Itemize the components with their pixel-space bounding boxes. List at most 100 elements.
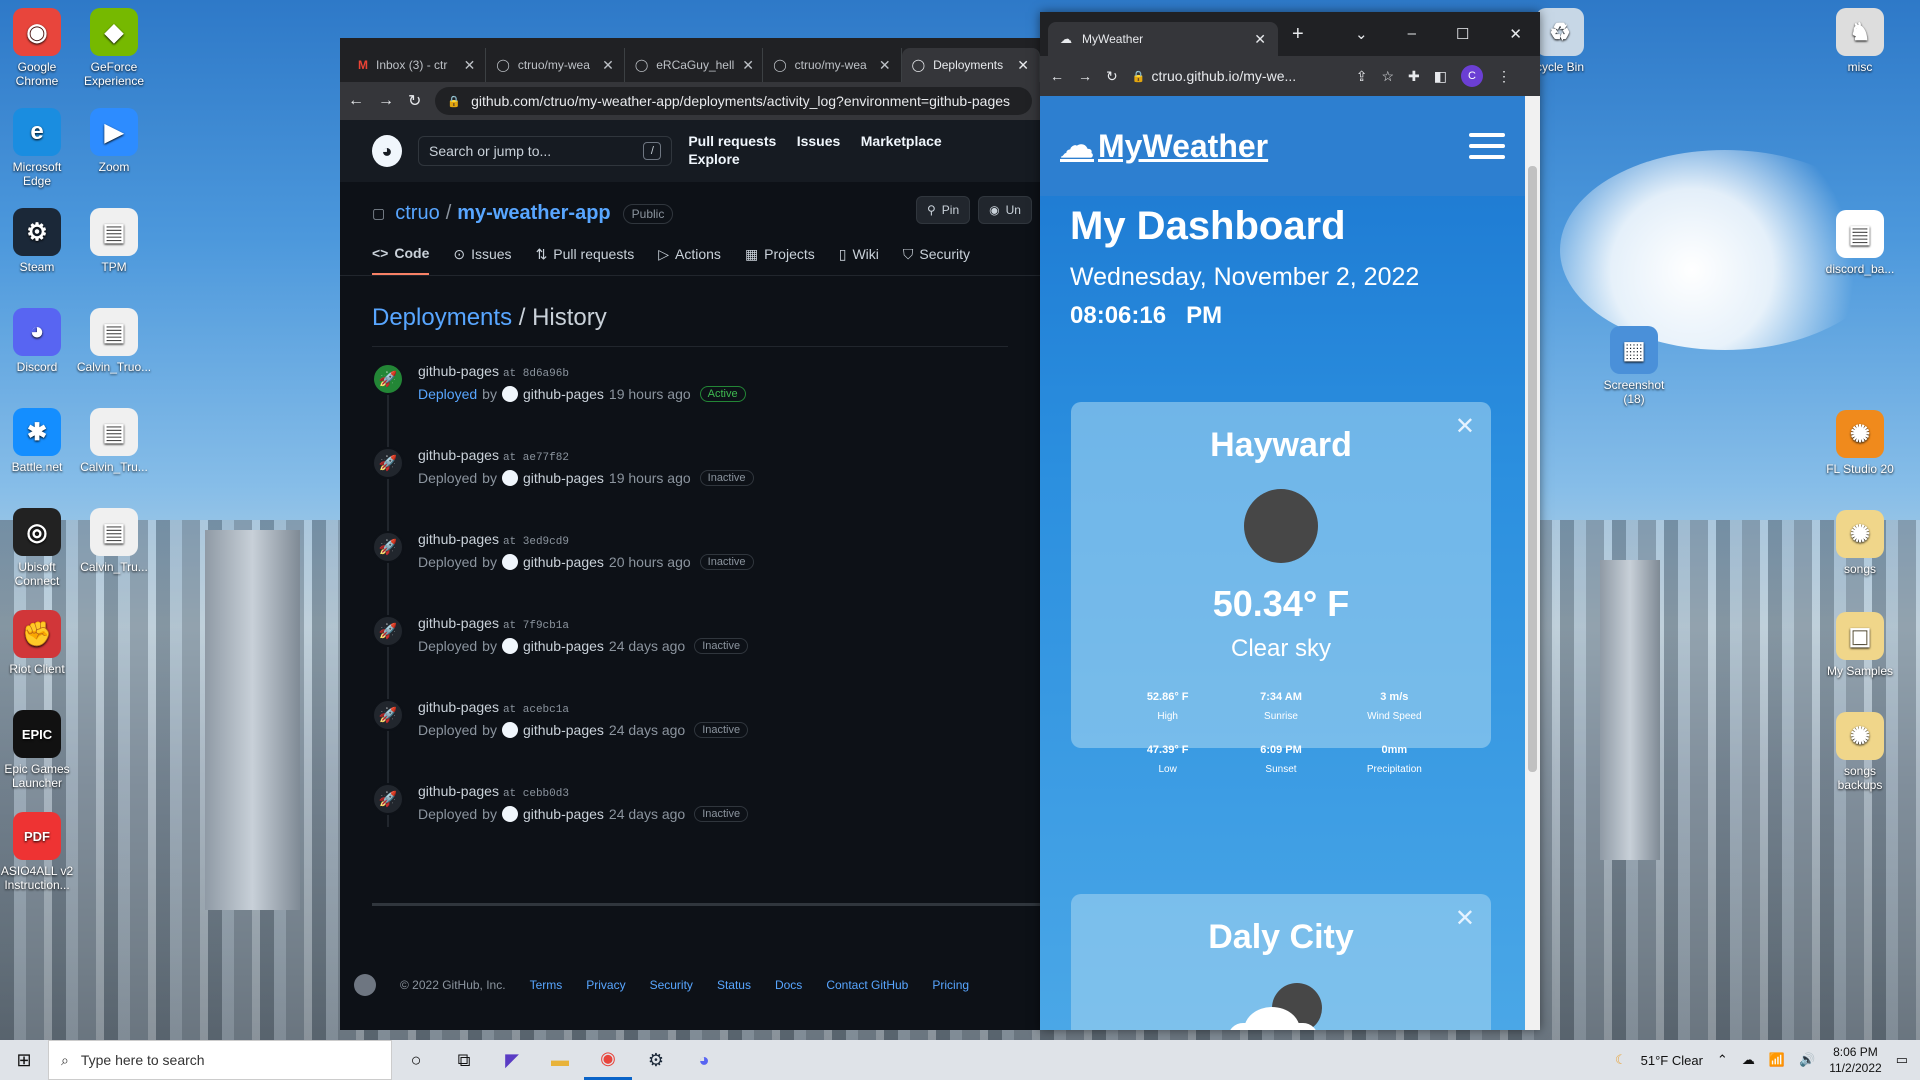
- desktop-icon[interactable]: ✺ songs: [1820, 510, 1900, 576]
- deployer-name[interactable]: github-pages: [523, 806, 604, 822]
- chrome-taskbar-icon[interactable]: ◉: [584, 1040, 632, 1080]
- commit-sha[interactable]: at 8d6a96b: [503, 368, 569, 380]
- onedrive-icon[interactable]: ☁: [1742, 1052, 1755, 1068]
- desktop-icon[interactable]: ▤ TPM: [74, 208, 154, 274]
- github-footer-logo-icon[interactable]: [354, 974, 376, 996]
- footer-link-status[interactable]: Status: [717, 978, 751, 992]
- unwatch-button[interactable]: ◉ Un: [978, 196, 1032, 224]
- close-window-icon[interactable]: ✕: [1509, 25, 1522, 43]
- visual-studio-icon[interactable]: ◤: [488, 1040, 536, 1080]
- back-icon[interactable]: ←: [348, 92, 364, 110]
- star-icon[interactable]: ☆: [1381, 68, 1394, 85]
- sidepanel-icon[interactable]: ◧: [1434, 68, 1447, 85]
- commit-sha[interactable]: at acebc1a: [503, 704, 569, 716]
- desktop-icon[interactable]: ▤ Calvin_Truo...: [74, 308, 154, 374]
- nav-pull-requests[interactable]: Pull requests: [688, 133, 776, 149]
- tab-issues[interactable]: ⊙ Issues: [453, 245, 511, 275]
- tab-actions[interactable]: ▷ Actions: [658, 245, 721, 275]
- close-tab-icon[interactable]: ✕: [1017, 57, 1029, 74]
- desktop-icon[interactable]: EPIC Epic Games Launcher: [0, 710, 77, 790]
- environment-name[interactable]: github-pages: [418, 615, 499, 631]
- footer-link-terms[interactable]: Terms: [530, 978, 563, 992]
- network-icon[interactable]: 📶: [1769, 1052, 1785, 1068]
- notification-icon[interactable]: ▭: [1896, 1052, 1908, 1068]
- tab-code[interactable]: <> Code: [372, 245, 430, 275]
- desktop-icon[interactable]: ▶ Zoom: [74, 108, 154, 174]
- desktop-icon[interactable]: ◆ GeForce Experience: [74, 8, 154, 88]
- file-explorer-icon[interactable]: ▬: [536, 1040, 584, 1080]
- moon-weather-icon[interactable]: ☾: [1615, 1052, 1627, 1068]
- share-icon[interactable]: ⇪: [1356, 68, 1368, 85]
- footer-link-contact[interactable]: Contact GitHub: [826, 978, 908, 992]
- commit-sha[interactable]: at 7f9cb1a: [503, 620, 569, 632]
- browser-tab-active[interactable]: ◯ Deployments ✕: [901, 48, 1041, 82]
- desktop-icon[interactable]: ◕ Discord: [0, 308, 77, 374]
- desktop-icon[interactable]: ▤ discord_ba...: [1820, 210, 1900, 276]
- volume-icon[interactable]: 🔊: [1799, 1052, 1815, 1068]
- deployer-name[interactable]: github-pages: [523, 386, 604, 402]
- minimize-icon[interactable]: –: [1408, 25, 1416, 43]
- github-logo-icon[interactable]: ◕: [372, 135, 402, 167]
- windows-start-icon[interactable]: ⊞: [0, 1040, 48, 1080]
- chevron-up-icon[interactable]: ⌃: [1717, 1052, 1728, 1068]
- steam-taskbar-icon[interactable]: ⚙: [632, 1040, 680, 1080]
- repo-owner-link[interactable]: ctruo: [395, 202, 439, 225]
- search-input[interactable]: Search or jump to... /: [417, 136, 673, 166]
- tab-projects[interactable]: ▦ Projects: [745, 245, 815, 275]
- deployer-name[interactable]: github-pages: [523, 638, 604, 654]
- browser-tab-active[interactable]: ☁ MyWeather ✕: [1048, 22, 1278, 56]
- desktop-icon[interactable]: ✊ Riot Client: [0, 610, 77, 676]
- nav-issues[interactable]: Issues: [797, 133, 841, 149]
- discord-taskbar-icon[interactable]: ◕: [680, 1040, 728, 1080]
- desktop-icon[interactable]: ▤ Calvin_Tru...: [74, 508, 154, 574]
- task-view-icon[interactable]: ⧉: [440, 1040, 488, 1080]
- address-bar[interactable]: 🔒 github.com/ctruo/my-weather-app/deploym…: [435, 87, 1032, 115]
- browser-tab[interactable]: M Inbox (3) - ctr ✕: [348, 48, 487, 82]
- taskbar-search-input[interactable]: ⌕ Type here to search: [48, 1040, 392, 1080]
- brand-link[interactable]: ☁ MyWeather: [1060, 126, 1268, 166]
- nav-explore[interactable]: Explore: [688, 151, 739, 167]
- close-tab-icon[interactable]: ✕: [742, 57, 754, 74]
- deployed-label[interactable]: Deployed: [418, 386, 477, 402]
- cortana-icon[interactable]: ○: [392, 1040, 440, 1080]
- forward-icon[interactable]: →: [378, 92, 394, 110]
- repo-name-link[interactable]: my-weather-app: [457, 202, 610, 225]
- footer-link-docs[interactable]: Docs: [775, 978, 802, 992]
- desktop-icon[interactable]: ◉ Google Chrome: [0, 8, 77, 88]
- profile-avatar[interactable]: C: [1461, 65, 1483, 87]
- hamburger-menu-icon[interactable]: [1469, 133, 1505, 159]
- forward-icon[interactable]: →: [1078, 68, 1092, 84]
- desktop-icon[interactable]: ✺ FL Studio 20: [1820, 410, 1900, 476]
- browser-tab[interactable]: ◯ ctruo/my-wea ✕: [486, 48, 625, 82]
- desktop-icon[interactable]: PDF ASIO4ALL v2 Instruction...: [0, 812, 77, 892]
- maximize-icon[interactable]: ☐: [1456, 25, 1469, 43]
- tab-security[interactable]: ⛉ Security: [903, 245, 970, 275]
- pin-button[interactable]: ⚲ Pin: [916, 196, 971, 224]
- desktop-icon[interactable]: ✺ songs backups: [1820, 712, 1900, 792]
- deployer-name[interactable]: github-pages: [523, 554, 604, 570]
- desktop-icon[interactable]: ✱ Battle.net: [0, 408, 77, 474]
- desktop-icon[interactable]: ▤ Calvin_Tru...: [74, 408, 154, 474]
- close-tab-icon[interactable]: ✕: [464, 57, 476, 74]
- footer-link-privacy[interactable]: Privacy: [586, 978, 625, 992]
- extensions-icon[interactable]: ✚: [1408, 68, 1420, 85]
- desktop-icon[interactable]: ▦ Screenshot (18): [1594, 326, 1674, 406]
- tab-pull-requests[interactable]: ⇅ Pull requests: [536, 245, 635, 275]
- commit-sha[interactable]: at cebb0d3: [503, 788, 569, 800]
- new-tab-icon[interactable]: +: [1292, 23, 1304, 46]
- browser-tab[interactable]: ◯ eRCaGuy_hell ✕: [625, 48, 764, 82]
- desktop-icon[interactable]: ♞ misc: [1820, 8, 1900, 74]
- environment-name[interactable]: github-pages: [418, 531, 499, 547]
- nav-marketplace[interactable]: Marketplace: [861, 133, 942, 149]
- commit-sha[interactable]: at 3ed9cd9: [503, 536, 569, 548]
- tab-wiki[interactable]: ▯ Wiki: [839, 245, 879, 275]
- reload-icon[interactable]: ↻: [408, 91, 421, 111]
- footer-link-security[interactable]: Security: [650, 978, 693, 992]
- address-bar[interactable]: 🔒 ctruo.github.io/my-we...: [1132, 68, 1342, 84]
- taskbar-clock[interactable]: 8:06 PM 11/2/2022: [1829, 1044, 1882, 1076]
- close-tab-icon[interactable]: ✕: [1254, 31, 1266, 48]
- chevron-down-icon[interactable]: ⌄: [1355, 25, 1368, 43]
- desktop-icon[interactable]: ▣ My Samples: [1820, 612, 1900, 678]
- back-icon[interactable]: ←: [1050, 68, 1064, 84]
- footer-link-pricing[interactable]: Pricing: [932, 978, 969, 992]
